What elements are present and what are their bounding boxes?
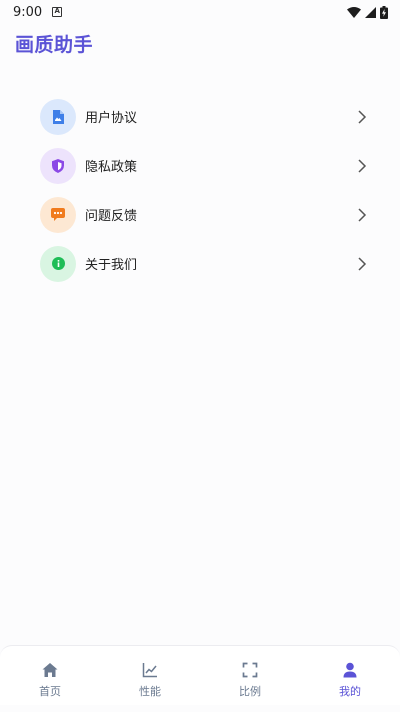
chevron-right-icon (358, 158, 367, 173)
menu-item-feedback[interactable]: 问题反馈 (40, 190, 380, 239)
settings-menu: 用户协议 隐私政策 问题反馈 关于我们 (40, 92, 380, 288)
page-title: 画质助手 (15, 34, 94, 56)
bottom-navigation: 首页 性能 比例 我的 (0, 645, 400, 705)
tab-label: 性能 (139, 685, 161, 698)
chevron-right-icon (358, 207, 367, 222)
wifi-icon (347, 6, 361, 18)
menu-item-label: 用户协议 (85, 111, 138, 126)
info-icon-badge (40, 245, 76, 282)
tab-ratio[interactable]: 比例 (200, 646, 300, 705)
document-icon (53, 109, 64, 124)
line-chart-icon (142, 663, 157, 678)
menu-item-label: 关于我们 (85, 258, 138, 273)
battery-charging-icon (380, 5, 388, 19)
home-icon (42, 663, 58, 677)
shield-icon (52, 158, 64, 173)
status-bar: 9:00 A (0, 0, 400, 24)
tab-home[interactable]: 首页 (0, 646, 100, 705)
status-right (347, 5, 388, 19)
signal-icon (365, 6, 376, 18)
info-icon (51, 257, 65, 270)
menu-item-about-us[interactable]: 关于我们 (40, 239, 380, 288)
menu-item-privacy-policy[interactable]: 隐私政策 (40, 141, 380, 190)
tab-label: 首页 (39, 685, 61, 698)
chat-bubble-icon (51, 208, 65, 221)
tab-mine[interactable]: 我的 (300, 646, 400, 705)
document-icon-badge (40, 98, 76, 135)
app-notification-icon: A (52, 7, 63, 17)
chevron-right-icon (358, 256, 367, 271)
chat-bubble-icon-badge (40, 196, 76, 233)
chevron-right-icon (358, 109, 367, 124)
menu-item-label: 问题反馈 (85, 209, 138, 224)
menu-item-user-agreement[interactable]: 用户协议 (40, 92, 380, 141)
status-time: 9:00 (13, 4, 43, 20)
menu-item-label: 隐私政策 (85, 160, 138, 175)
tab-performance[interactable]: 性能 (100, 646, 200, 705)
screen: 9:00 A 画质助手 用户协议 隐私政策 问题反馈 关于我们 首页 性能 比例… (0, 0, 400, 712)
tab-label: 我的 (339, 685, 361, 698)
fullscreen-icon (242, 662, 258, 678)
user-icon (343, 662, 357, 678)
shield-icon-badge (40, 147, 76, 184)
status-left: 9:00 A (13, 4, 63, 20)
system-gesture-area (0, 705, 400, 712)
tab-label: 比例 (239, 685, 261, 698)
